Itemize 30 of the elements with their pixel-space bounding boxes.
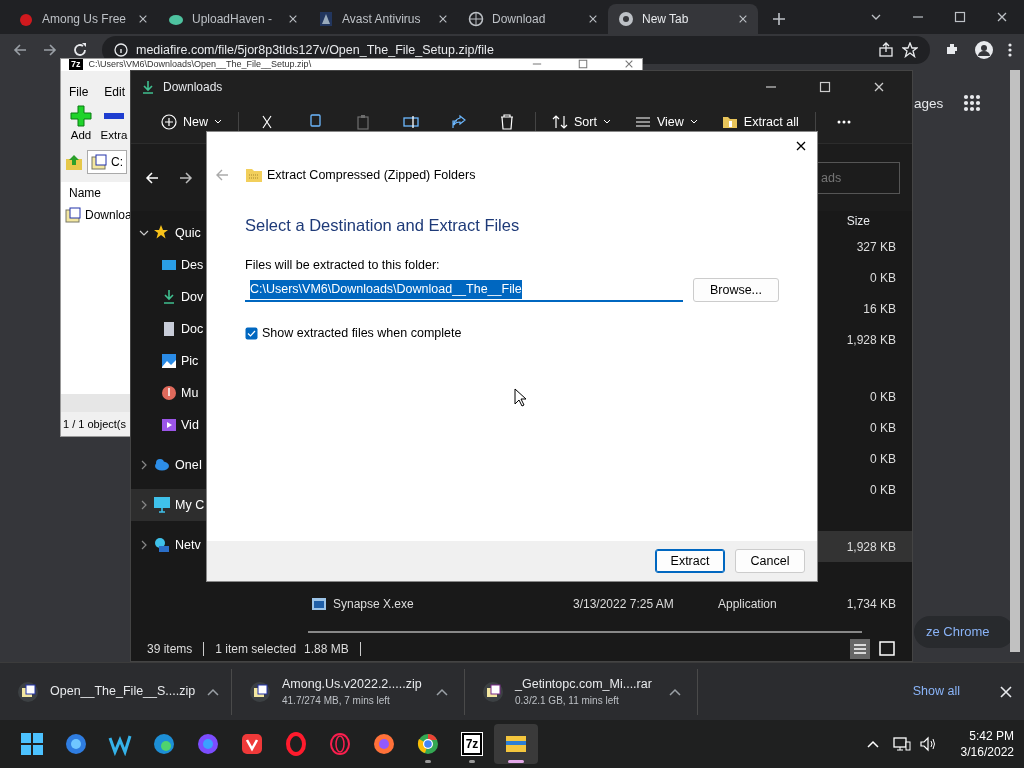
file-size: 0 KB: [870, 419, 896, 437]
file-name: Open__The_File__S....zip: [50, 683, 196, 701]
file-name: Among.Us.v2022.2.....zip: [282, 675, 423, 693]
path-text: C:: [111, 154, 123, 171]
status-text: 1 / 1 object(s: [63, 416, 126, 432]
file-name: Synapse X.exe: [333, 595, 415, 613]
url-text: mediafire.com/file/5jor8p3tlds127v/Open_The_File_Setup.zip/file: [136, 43, 494, 57]
status-text: 39 items: [147, 641, 193, 658]
file-size: 0 KB: [870, 481, 896, 499]
file-size: 1,734 KB: [846, 595, 896, 613]
app-logo: 7z: [69, 59, 83, 70]
file-size: 327 KB: [856, 238, 896, 256]
time-text: 5:42 PM: [969, 728, 1014, 744]
app-logo: 7z: [461, 733, 483, 755]
file-size: 1,928 KB: [846, 538, 896, 556]
field-label: Files will be extracted to this folder:: [245, 256, 441, 274]
window-title: Downloads: [163, 79, 223, 96]
date-text: 3/16/2022: [960, 744, 1014, 760]
dialog-heading: Select a Destination and Extract Files: [245, 214, 521, 236]
file-size: 0 KB: [870, 388, 896, 406]
file-date: 3/13/2022 7:25 AM: [573, 595, 675, 613]
download-status: 0.3/2.1 GB, 11 mins left: [515, 694, 620, 709]
status-text: 1.88 MB: [304, 641, 349, 658]
file-name: _Getintopc.com_Mi....rar: [515, 675, 653, 693]
download-status: 41.7/274 MB, 7 mins left: [282, 694, 391, 709]
file-type: Application: [718, 595, 777, 613]
file-size: 16 KB: [863, 300, 896, 318]
dialog-title: Extract Compressed (Zipped) Folders: [267, 167, 476, 184]
file-size: 0 KB: [870, 450, 896, 468]
status-text: 1 item selected: [215, 641, 297, 658]
